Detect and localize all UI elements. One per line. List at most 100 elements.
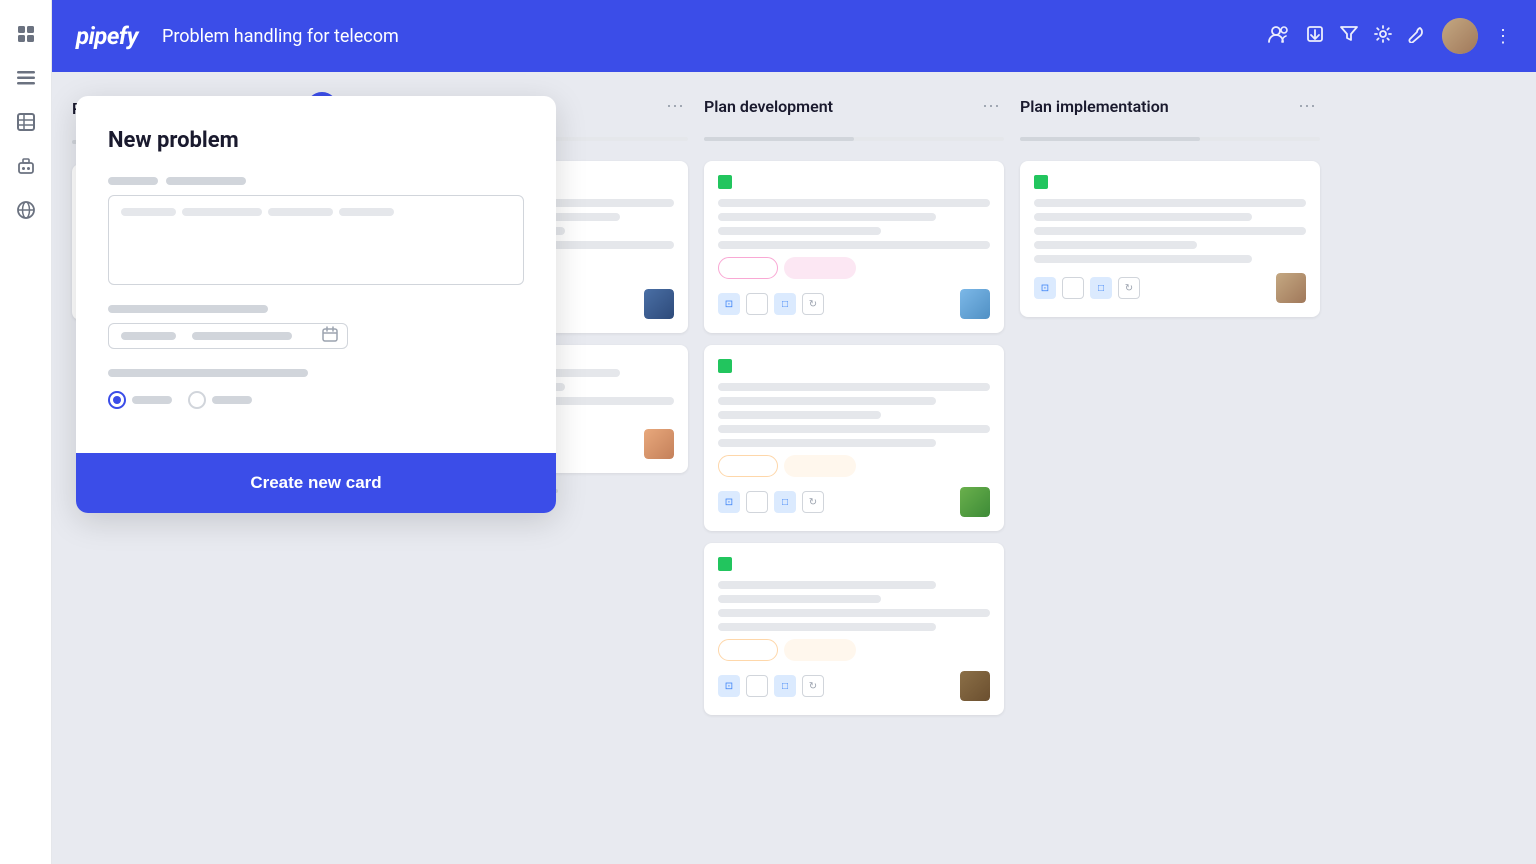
create-card-button[interactable]: Create new card	[108, 473, 524, 493]
settings-icon[interactable]	[1374, 25, 1392, 48]
radio-empty-indicator	[188, 391, 206, 409]
card-avatar	[960, 671, 990, 701]
status-badge	[784, 257, 856, 279]
description-textarea[interactable]	[108, 195, 524, 285]
card-badges: ⊡ □ ↻	[718, 293, 824, 315]
wrench-icon[interactable]	[1408, 25, 1426, 48]
column-progress	[1020, 137, 1320, 141]
card-tags	[718, 557, 990, 571]
field-label-skeleton	[108, 305, 268, 313]
filter-icon[interactable]	[1340, 26, 1358, 47]
status-badge	[718, 639, 778, 661]
user-avatar[interactable]	[1442, 18, 1478, 54]
globe-icon[interactable]	[8, 192, 44, 228]
badge-icon	[746, 293, 768, 315]
header: pipefy Problem handling for telecom	[52, 0, 1536, 72]
column-title: Plan implementation	[1020, 97, 1286, 116]
avatar-image	[644, 429, 674, 459]
date-input-wrapper	[108, 323, 348, 349]
card-avatar	[960, 487, 990, 517]
tag-green	[718, 557, 732, 571]
more-menu-icon[interactable]: ⋮	[1494, 26, 1512, 47]
card: ⊡ □ ↻	[704, 161, 1004, 333]
badge-icon: ↻	[802, 491, 824, 513]
badge-icon: ⊡	[1034, 277, 1056, 299]
card: ⊡ □ ↻	[704, 543, 1004, 715]
field-label-skeleton	[108, 177, 158, 185]
card-footer: ⊡ □ ↻	[718, 487, 990, 517]
badge-icon	[746, 491, 768, 513]
tag-green	[718, 359, 732, 373]
tag-green	[1034, 175, 1048, 189]
radio-label	[132, 396, 172, 404]
import-icon[interactable]	[1306, 25, 1324, 48]
badge-icon: ↻	[802, 293, 824, 315]
avatar-image	[1442, 18, 1478, 54]
date-input[interactable]	[108, 323, 348, 349]
badge-icon	[1062, 277, 1084, 299]
sidebar	[0, 0, 52, 864]
table-icon[interactable]	[8, 104, 44, 140]
column-plan-development: Plan development ⋯	[704, 92, 1004, 844]
card-avatar	[960, 289, 990, 319]
card: ⊡ □ ↻	[704, 345, 1004, 531]
avatar-image	[644, 289, 674, 319]
list-icon[interactable]	[8, 60, 44, 96]
card-tags	[718, 359, 990, 373]
badge-icon: □	[1090, 277, 1112, 299]
radio-option-1[interactable]	[108, 391, 172, 409]
bot-icon[interactable]	[8, 148, 44, 184]
badge-icon	[746, 675, 768, 697]
avatar-image	[960, 671, 990, 701]
card-tags	[1034, 175, 1306, 189]
tag-green	[718, 175, 732, 189]
badge-icon: ↻	[1118, 277, 1140, 299]
field-label-skeleton	[108, 369, 308, 377]
card-footer: ⊡ □ ↻	[718, 671, 990, 701]
card-status-row	[718, 455, 990, 477]
field-label-skeleton	[166, 177, 246, 185]
status-badge	[718, 257, 778, 279]
badge-icon: ↻	[802, 675, 824, 697]
card-footer: ⊡ □ ↻	[718, 289, 990, 319]
badge-icon: ⊡	[718, 491, 740, 513]
badge-icon: □	[774, 293, 796, 315]
card-status-row	[718, 639, 990, 661]
column-plan-implementation: Plan implementation ⋯ ⊡	[1020, 92, 1320, 844]
badge-icon: ⊡	[718, 293, 740, 315]
card-badges: ⊡ □ ↻	[718, 491, 824, 513]
card: ⊡ □ ↻	[1020, 161, 1320, 317]
column-progress	[704, 137, 1004, 141]
radio-option-2[interactable]	[188, 391, 252, 409]
new-card-modal: New problem	[76, 96, 556, 513]
column-title: Plan development	[704, 97, 970, 116]
card-badges: ⊡ □ ↻	[1034, 277, 1140, 299]
card-footer: ⊡ □ ↻	[1034, 273, 1306, 303]
modal-title: New problem	[108, 128, 524, 153]
form-group-title	[108, 177, 524, 285]
column-header: Plan development ⋯	[704, 92, 1004, 121]
card-status-row	[718, 257, 990, 279]
logo: pipefy	[76, 22, 138, 50]
main-content: pipefy Problem handling for telecom	[52, 0, 1536, 864]
status-badge	[784, 455, 856, 477]
column-menu-button[interactable]: ⋯	[662, 92, 688, 121]
badge-icon: ⊡	[718, 675, 740, 697]
board: Problem identification + ⋯ ⊡	[52, 72, 1536, 864]
avatar-image	[1276, 273, 1306, 303]
header-actions: ⋮	[1268, 18, 1512, 54]
card-avatar	[1276, 273, 1306, 303]
card-avatar	[644, 429, 674, 459]
card-avatar	[644, 289, 674, 319]
column-menu-button[interactable]: ⋯	[1294, 92, 1320, 121]
card-tags	[718, 175, 990, 189]
radio-group	[108, 391, 524, 409]
avatar-image	[960, 289, 990, 319]
grid-icon[interactable]	[8, 16, 44, 52]
card-badges: ⊡ □ ↻	[718, 675, 824, 697]
users-icon[interactable]	[1268, 25, 1290, 48]
status-badge	[718, 455, 778, 477]
column-header: Plan implementation ⋯	[1020, 92, 1320, 121]
radio-selected-indicator	[108, 391, 126, 409]
column-menu-button[interactable]: ⋯	[978, 92, 1004, 121]
